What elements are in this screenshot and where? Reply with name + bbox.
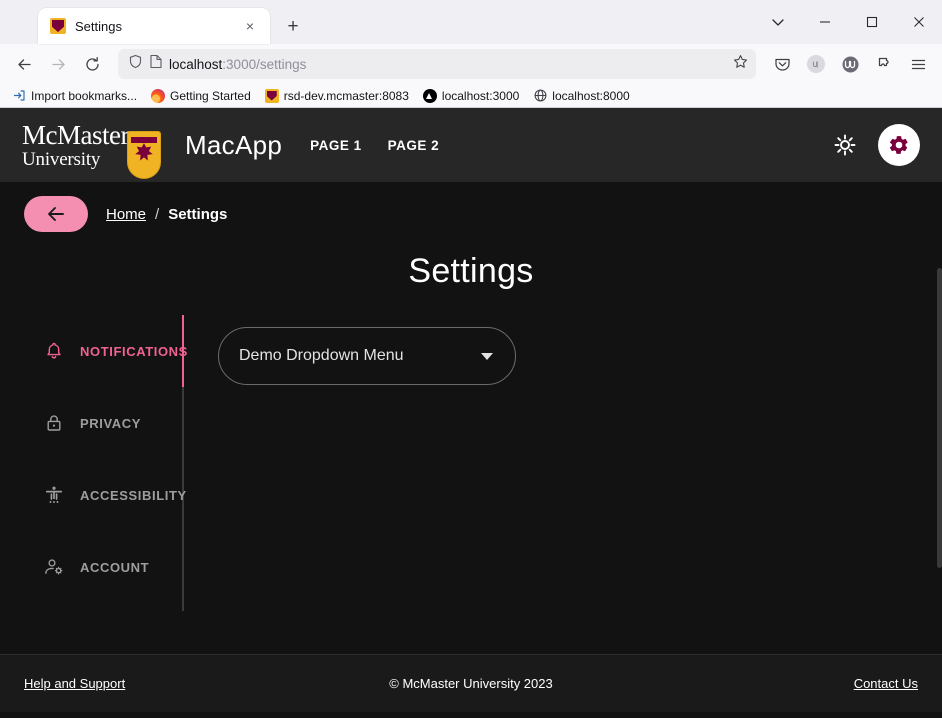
sun-icon[interactable]	[828, 128, 862, 162]
breadcrumb-home[interactable]: Home	[106, 206, 146, 223]
maximize-icon[interactable]	[848, 0, 895, 44]
header-actions	[828, 124, 920, 166]
nav-link-page-1[interactable]: PAGE 1	[310, 138, 362, 153]
forward-icon[interactable]	[42, 48, 74, 80]
bookmark-label: localhost:3000	[441, 88, 520, 103]
mcmaster-crest-icon	[50, 18, 66, 34]
browser-tab-title: Settings	[75, 18, 122, 34]
app-menu-icon[interactable]	[902, 48, 934, 80]
bookmark-label: Getting Started	[170, 88, 251, 103]
copyright-text: © McMaster University 2023	[389, 676, 553, 691]
triangle-icon	[422, 88, 437, 103]
app-header: McMaster University MacApp PAGE 1 PAGE 2	[0, 108, 942, 182]
settings-content: NOTIFICATIONS PRIVACY ACCESSIBILITY ACCO…	[0, 315, 942, 611]
bookmark-item[interactable]: Getting Started	[145, 87, 257, 105]
sidebar-item-notifications[interactable]: NOTIFICATIONS	[24, 315, 187, 387]
import-icon	[12, 89, 26, 103]
web-page: McMaster University MacApp PAGE 1 PAGE 2	[0, 108, 942, 712]
sidebar-item-privacy[interactable]: PRIVACY	[24, 387, 182, 459]
gear-icon[interactable]	[878, 124, 920, 166]
nav-link-page-2[interactable]: PAGE 2	[388, 138, 440, 153]
minimize-icon[interactable]	[801, 0, 848, 44]
bookmark-label: localhost:8000	[552, 88, 630, 103]
manage-account-icon	[44, 557, 64, 577]
breadcrumb: Home / Settings	[106, 206, 227, 223]
page-scrollbar[interactable]	[937, 108, 942, 712]
bookmark-item[interactable]: Import bookmarks...	[6, 87, 143, 105]
address-bar[interactable]: localhost:3000/settings	[118, 49, 756, 79]
mcmaster-logo[interactable]: McMaster University	[22, 119, 161, 179]
demo-dropdown[interactable]: Demo Dropdown Menu	[218, 327, 516, 385]
extensions-icon[interactable]	[868, 48, 900, 80]
sidebar-item-label: ACCESSIBILITY	[80, 487, 187, 503]
star-icon[interactable]	[733, 54, 748, 74]
close-icon[interactable]: ×	[240, 16, 260, 36]
browser-chrome: Settings × + localhost:3000/settings Imp…	[0, 0, 942, 108]
url-text: localhost:3000/settings	[169, 57, 727, 72]
dropdown-label: Demo Dropdown Menu	[239, 347, 404, 364]
mcmaster-wordmark: McMaster University	[22, 119, 129, 170]
contact-us-link[interactable]: Contact Us	[854, 676, 918, 691]
wave-extension-icon[interactable]	[834, 48, 866, 80]
browser-tab[interactable]: Settings ×	[38, 8, 270, 44]
bookmark-item[interactable]: localhost:3000	[417, 87, 525, 105]
brand-line-2: University	[22, 148, 101, 170]
breadcrumb-bar: Home / Settings	[0, 182, 942, 246]
bookmarks-bar: Import bookmarks... Getting Started rsd-…	[0, 84, 942, 108]
bookmark-item[interactable]: rsd-dev.mcmaster:8083	[259, 87, 415, 105]
new-tab-button[interactable]: +	[278, 11, 308, 41]
back-icon[interactable]	[8, 48, 40, 80]
window-close-icon[interactable]	[895, 0, 942, 44]
avatar	[807, 55, 825, 73]
navigation-toolbar: localhost:3000/settings	[0, 44, 942, 84]
shield-icon	[128, 54, 143, 74]
page-footer: Help and Support © McMaster University 2…	[0, 654, 942, 712]
app-title: MacApp	[184, 129, 283, 160]
toolbar-icons	[766, 48, 934, 80]
breadcrumb-current: Settings	[168, 205, 228, 223]
bookmark-label: Import bookmarks...	[31, 88, 138, 103]
url-path: :3000/settings	[222, 56, 307, 72]
tab-strip: Settings × +	[0, 0, 942, 44]
account-icon[interactable]	[800, 48, 832, 80]
breadcrumb-separator: /	[155, 205, 160, 223]
mcmaster-crest-icon	[264, 88, 279, 103]
bookmark-item[interactable]: localhost:8000	[527, 87, 635, 105]
accessibility-icon	[44, 485, 64, 505]
page-title: Settings	[408, 252, 534, 290]
list-all-tabs-icon[interactable]	[754, 0, 801, 44]
brand-line-1: McMaster	[22, 119, 129, 150]
help-and-support-link[interactable]: Help and Support	[24, 676, 125, 691]
back-button[interactable]	[24, 196, 88, 232]
globe-icon	[533, 89, 547, 103]
header-nav: PAGE 1 PAGE 2	[310, 138, 439, 153]
active-tab-indicator	[182, 315, 184, 387]
bell-icon	[44, 341, 64, 361]
sidebar-item-label: PRIVACY	[80, 415, 142, 431]
sidebar-item-accessibility[interactable]: ACCESSIBILITY	[24, 459, 186, 531]
sidebar-item-account[interactable]: ACCOUNT	[24, 531, 182, 603]
page-icon	[149, 54, 163, 74]
sidebar-item-label: ACCOUNT	[80, 559, 150, 575]
window-controls	[754, 0, 942, 44]
settings-panel: Demo Dropdown Menu	[184, 315, 918, 611]
firefox-icon	[151, 88, 166, 103]
bookmark-label: rsd-dev.mcmaster:8083	[283, 88, 409, 103]
url-host: localhost	[169, 56, 223, 72]
sidebar-item-label: NOTIFICATIONS	[80, 343, 188, 359]
pocket-icon[interactable]	[766, 48, 798, 80]
mcmaster-crest-icon	[126, 130, 161, 179]
lock-icon	[44, 413, 64, 433]
reload-icon[interactable]	[76, 48, 108, 80]
chevron-down-icon	[481, 352, 493, 360]
settings-tab-list: NOTIFICATIONS PRIVACY ACCESSIBILITY ACCO…	[24, 315, 187, 611]
